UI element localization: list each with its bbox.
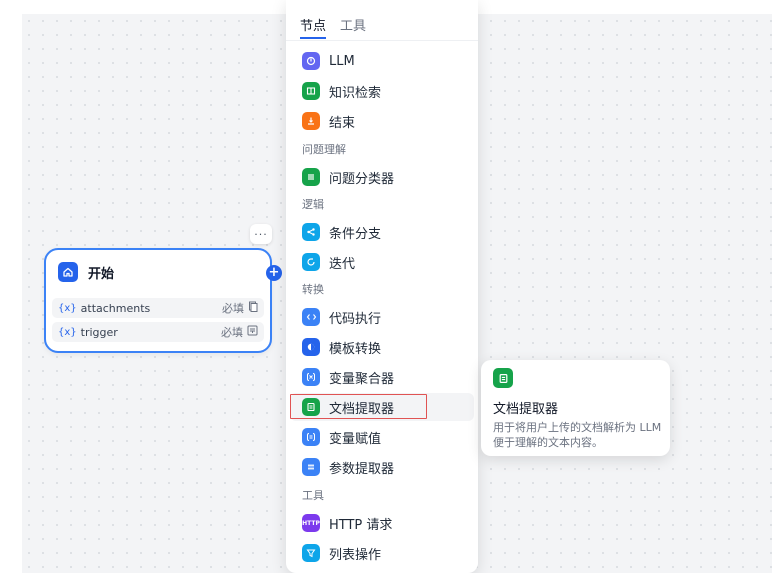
node-item-template[interactable]: 模板转换 bbox=[290, 333, 474, 361]
node-item-label: 迭代 bbox=[329, 256, 356, 272]
node-item-if-else[interactable]: 条件分支 bbox=[290, 218, 474, 246]
list-op-icon bbox=[302, 544, 320, 562]
start-node-header: 开始 bbox=[58, 262, 114, 282]
template-icon bbox=[302, 338, 320, 356]
node-item-label: 代码执行 bbox=[329, 311, 382, 327]
node-item-label: 变量聚合器 bbox=[329, 371, 395, 387]
node-item-label: LLM bbox=[329, 53, 355, 69]
list-icon bbox=[247, 325, 258, 339]
plus-icon: + bbox=[268, 265, 280, 280]
node-selector-panel: 节点 工具 LLM 知识检索 结束 问题理解 问题分类器 逻辑 条件分支 迭代 … bbox=[286, 0, 478, 573]
home-icon bbox=[58, 262, 78, 282]
node-item-iteration[interactable]: 迭代 bbox=[290, 248, 474, 276]
node-item-label: 参数提取器 bbox=[329, 461, 395, 477]
branch-icon bbox=[302, 223, 320, 241]
node-item-knowledge-retrieval[interactable]: 知识检索 bbox=[290, 77, 474, 105]
add-node-handle[interactable]: + bbox=[266, 265, 282, 281]
node-item-variable-assigner[interactable]: 变量赋值 bbox=[290, 423, 474, 451]
node-item-label: 结束 bbox=[329, 115, 356, 131]
variable-icon bbox=[302, 368, 320, 386]
required-label: 必填 bbox=[222, 302, 244, 315]
node-item-code[interactable]: 代码执行 bbox=[290, 303, 474, 331]
variable-icon: {x} bbox=[58, 326, 77, 338]
node-item-question-classifier[interactable]: 问题分类器 bbox=[290, 163, 474, 191]
node-item-end[interactable]: 结束 bbox=[290, 107, 474, 135]
classifier-icon bbox=[302, 168, 320, 186]
node-item-parameter-extractor[interactable]: 参数提取器 bbox=[290, 453, 474, 481]
doc-extractor-icon bbox=[493, 368, 513, 388]
node-item-list-operator[interactable]: 列表操作 bbox=[290, 539, 474, 567]
book-icon bbox=[302, 82, 320, 100]
assign-icon bbox=[302, 428, 320, 446]
tab-nodes[interactable]: 节点 bbox=[300, 15, 326, 34]
variable-row-trigger[interactable]: {x} trigger 必填 bbox=[52, 322, 264, 342]
node-item-label: 模板转换 bbox=[329, 341, 382, 357]
node-item-label: 知识检索 bbox=[329, 85, 382, 101]
tab-tools[interactable]: 工具 bbox=[340, 15, 366, 34]
node-item-http-request[interactable]: HTTP HTTP 请求 bbox=[290, 509, 474, 537]
node-item-label: 条件分支 bbox=[329, 226, 382, 242]
http-icon: HTTP bbox=[302, 514, 320, 532]
node-item-label: HTTP 请求 bbox=[329, 517, 393, 533]
param-icon bbox=[302, 458, 320, 476]
end-icon bbox=[302, 112, 320, 130]
llm-icon bbox=[302, 52, 320, 70]
tooltip-title: 文档提取器 bbox=[493, 402, 559, 417]
active-tab-indicator bbox=[300, 37, 326, 39]
required-label: 必填 bbox=[221, 326, 243, 339]
variable-name: trigger bbox=[80, 325, 118, 339]
node-item-label: 变量赋值 bbox=[329, 431, 382, 447]
node-item-label: 问题分类器 bbox=[329, 171, 395, 187]
section-logic: 逻辑 bbox=[302, 198, 324, 211]
variable-icon: {x} bbox=[58, 302, 77, 314]
node-item-variable-aggregator[interactable]: 变量聚合器 bbox=[290, 363, 474, 391]
tooltip-description: 用于将用户上传的文档解析为 LLM 便于理解的文本内容。 bbox=[493, 421, 662, 449]
section-question-understanding: 问题理解 bbox=[302, 143, 346, 156]
section-transform: 转换 bbox=[302, 283, 324, 296]
node-item-label: 列表操作 bbox=[329, 547, 382, 563]
start-node-title: 开始 bbox=[88, 266, 115, 282]
variable-name: attachments bbox=[80, 301, 151, 315]
node-more-button[interactable]: ··· bbox=[250, 224, 272, 244]
more-icon: ··· bbox=[254, 227, 268, 241]
file-icon bbox=[248, 301, 258, 315]
variable-row-attachments[interactable]: {x} attachments 必填 bbox=[52, 298, 264, 318]
node-tooltip-card: 文档提取器 用于将用户上传的文档解析为 LLM 便于理解的文本内容。 bbox=[481, 360, 670, 456]
section-tools: 工具 bbox=[302, 489, 324, 502]
loop-icon bbox=[302, 253, 320, 271]
code-icon bbox=[302, 308, 320, 326]
start-node[interactable]: 开始 {x} attachments 必填 {x} trigger 必填 bbox=[44, 248, 272, 353]
panel-tabs: 节点 工具 bbox=[286, 0, 478, 41]
node-item-llm[interactable]: LLM bbox=[290, 47, 474, 75]
selection-highlight bbox=[290, 394, 427, 419]
